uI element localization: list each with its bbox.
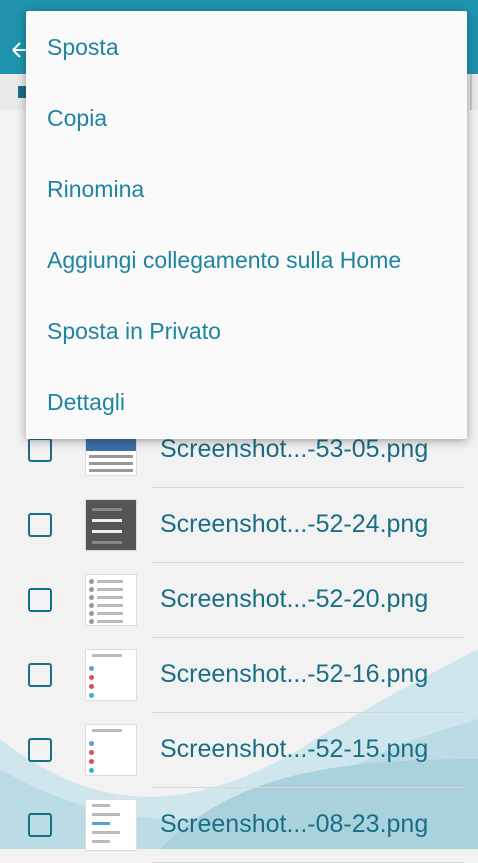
context-menu: Sposta Copia Rinomina Aggiungi collegame… [26, 11, 467, 439]
menu-item-copia[interactable]: Copia [26, 83, 467, 154]
file-name: Screenshot...-52-20.png [160, 585, 429, 613]
row-checkbox[interactable] [28, 738, 52, 762]
file-thumbnail [85, 799, 137, 851]
row-checkbox[interactable] [28, 513, 52, 537]
file-thumbnail [85, 649, 137, 701]
file-thumbnail [85, 724, 137, 776]
menu-item-rinomina[interactable]: Rinomina [26, 154, 467, 225]
file-row[interactable]: Screenshot...-52-15.png [0, 713, 478, 788]
file-row[interactable]: Screenshot...-52-24.png [0, 488, 478, 563]
menu-item-sposta-privato[interactable]: Sposta in Privato [26, 296, 467, 367]
file-row[interactable]: Screenshot...-52-20.png [0, 563, 478, 638]
menu-item-sposta[interactable]: Sposta [26, 12, 467, 83]
file-thumbnail [85, 574, 137, 626]
menu-item-dettagli[interactable]: Dettagli [26, 367, 467, 438]
row-checkbox[interactable] [28, 438, 52, 462]
file-name: Screenshot...-52-16.png [160, 660, 429, 688]
file-thumbnail [85, 499, 137, 551]
file-row[interactable]: Screenshot...-52-16.png [0, 638, 478, 713]
file-row[interactable]: Screenshot...-08-23.png [0, 788, 478, 863]
row-checkbox[interactable] [28, 663, 52, 687]
menu-item-aggiungi-collegamento[interactable]: Aggiungi collegamento sulla Home [26, 225, 467, 296]
file-name: Screenshot...-52-24.png [160, 510, 429, 538]
row-checkbox[interactable] [28, 813, 52, 837]
file-name: Screenshot...-08-23.png [160, 810, 429, 838]
file-name: Screenshot...-53-05.png [160, 435, 429, 463]
row-checkbox[interactable] [28, 588, 52, 612]
file-name: Screenshot...-52-15.png [160, 735, 429, 763]
